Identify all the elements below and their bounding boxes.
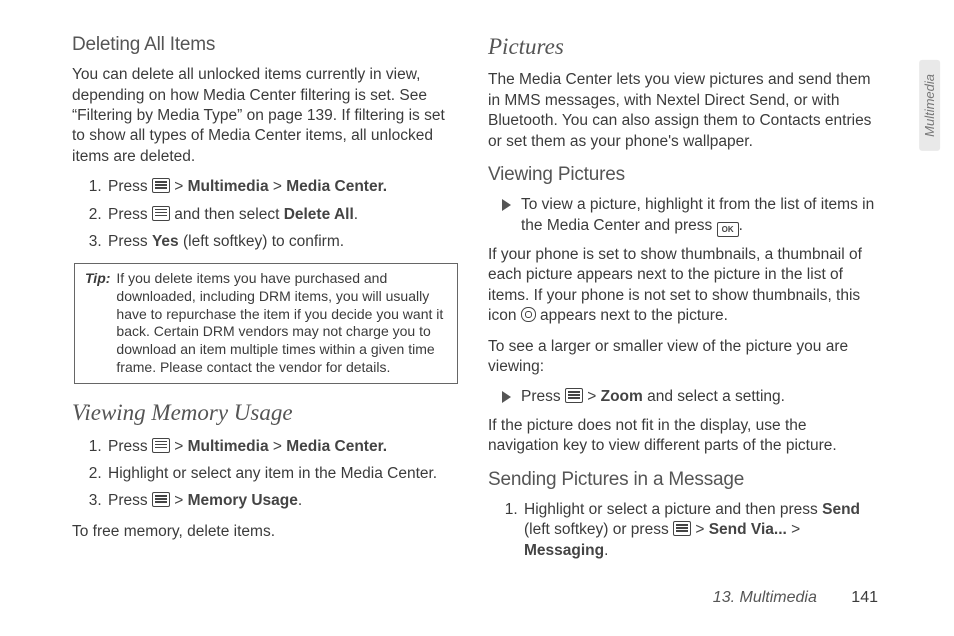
bold-yes: Yes <box>152 233 179 250</box>
gt: > <box>791 521 800 538</box>
heading-viewing-memory-usage: Viewing Memory Usage <box>72 398 460 428</box>
step-text: Press <box>108 178 152 195</box>
step-memory-3: Press > Memory Usage. <box>106 491 460 511</box>
heading-sending-pictures: Sending Pictures in a Message <box>488 467 876 492</box>
para-pictures: The Media Center lets you view pictures … <box>488 70 876 152</box>
step-text: (left softkey) to confirm. <box>179 233 344 250</box>
bold-zoom: Zoom <box>601 388 643 405</box>
picture-icon <box>521 307 536 322</box>
tip-body: If you delete items you have purchased a… <box>116 270 447 377</box>
bold-multimedia: Multimedia <box>188 178 269 195</box>
menu-icon <box>673 521 691 536</box>
para-free-memory: To free memory, delete items. <box>72 522 460 542</box>
step-text: . <box>354 206 358 223</box>
step-text: Press <box>108 438 152 455</box>
bold-send-via: Send Via... <box>709 521 787 538</box>
text: (left softkey) or press <box>524 521 673 538</box>
gt: > <box>273 438 282 455</box>
bold-send: Send <box>822 501 860 518</box>
bullet-text: To view a picture, highlight it from the… <box>521 195 876 236</box>
step-delete-2: Press and then select Delete All. <box>106 205 460 225</box>
gt: > <box>174 178 183 195</box>
page-body: Deleting All Items You can delete all un… <box>0 0 954 571</box>
step-send-1: Highlight or select a picture and then p… <box>522 500 876 561</box>
ok-icon: OK <box>717 222 739 237</box>
step-text: . <box>298 492 302 509</box>
triangle-icon <box>502 199 511 211</box>
step-text: Press <box>108 492 152 509</box>
bold-delete-all: Delete All <box>284 206 354 223</box>
gt: > <box>174 492 183 509</box>
steps-delete-all: Press > Multimedia > Media Center. Press… <box>72 177 460 252</box>
menu-icon <box>565 388 583 403</box>
footer-chapter: 13. Multimedia <box>713 589 817 606</box>
step-text: Press <box>108 206 152 223</box>
steps-send: Highlight or select a picture and then p… <box>488 500 876 561</box>
step-memory-2: Highlight or select any item in the Medi… <box>106 464 460 484</box>
steps-memory: Press > Multimedia > Media Center. Highl… <box>72 437 460 512</box>
text: . <box>739 217 743 234</box>
tip-label: Tip: <box>85 270 110 377</box>
heading-deleting-all-items: Deleting All Items <box>72 32 460 57</box>
bold-messaging: Messaging <box>524 542 604 559</box>
text: Highlight or select a picture and then p… <box>524 501 822 518</box>
right-column: Pictures The Media Center lets you view … <box>488 32 876 571</box>
gt: > <box>273 178 282 195</box>
text: To view a picture, highlight it from the… <box>521 196 874 233</box>
gt: > <box>174 438 183 455</box>
text: . <box>604 542 608 559</box>
menu-icon <box>152 178 170 193</box>
para-thumbnails: If your phone is set to show thumbnails,… <box>488 245 876 327</box>
bullet-text: Press > Zoom and select a setting. <box>521 387 785 407</box>
left-column: Deleting All Items You can delete all un… <box>72 32 460 571</box>
heading-pictures: Pictures <box>488 32 876 62</box>
text: appears next to the picture. <box>536 307 728 324</box>
side-tab-multimedia: Multimedia <box>919 60 940 151</box>
step-delete-1: Press > Multimedia > Media Center. <box>106 177 460 197</box>
step-text: Press <box>108 233 152 250</box>
bold-multimedia: Multimedia <box>188 438 269 455</box>
heading-viewing-pictures: Viewing Pictures <box>488 162 876 187</box>
bold-media-center: Media Center. <box>286 178 387 195</box>
menu-icon <box>152 492 170 507</box>
bullet-zoom: Press > Zoom and select a setting. <box>502 387 876 407</box>
step-memory-1: Press > Multimedia > Media Center. <box>106 437 460 457</box>
gt: > <box>587 388 596 405</box>
para-deleting-all-items: You can delete all unlocked items curren… <box>72 65 460 167</box>
triangle-icon <box>502 391 511 403</box>
bold-memory-usage: Memory Usage <box>188 492 298 509</box>
bold-media-center: Media Center. <box>286 438 387 455</box>
gt: > <box>695 521 704 538</box>
para-zoom-intro: To see a larger or smaller view of the p… <box>488 337 876 378</box>
tip-box: Tip: If you delete items you have purcha… <box>74 263 458 384</box>
para-nofit: If the picture does not fit in the displ… <box>488 416 876 457</box>
step-delete-3: Press Yes (left softkey) to confirm. <box>106 232 460 252</box>
menu-icon <box>152 206 170 221</box>
page-footer: 13. Multimedia 141 <box>713 587 878 608</box>
text: and select a setting. <box>643 388 785 405</box>
bullet-view-picture: To view a picture, highlight it from the… <box>502 195 876 236</box>
text: Press <box>521 388 565 405</box>
step-text: and then select <box>170 206 284 223</box>
footer-page-number: 141 <box>851 589 878 606</box>
menu-icon <box>152 438 170 453</box>
